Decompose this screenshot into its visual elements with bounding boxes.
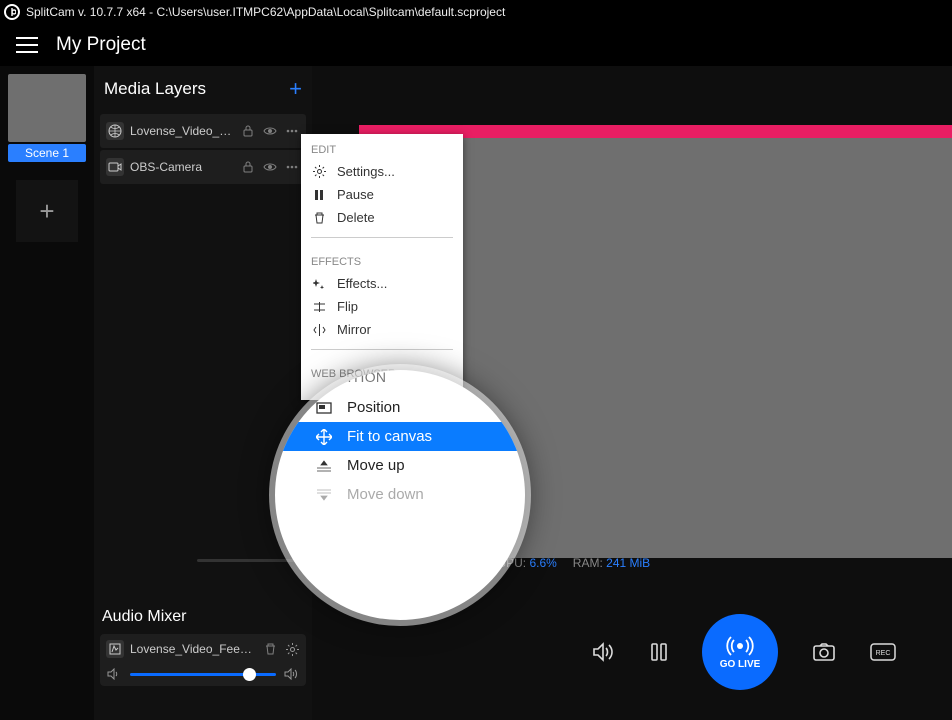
scene-label[interactable]: Scene 1 — [8, 144, 86, 162]
bottom-controls: GO LIVE REC — [312, 614, 952, 690]
audio-title: Audio Mixer — [100, 602, 306, 634]
ctx-move-up[interactable]: Move up — [297, 451, 497, 480]
layer-name: Lovense_Video_Feed... — [130, 124, 234, 138]
menu-icon[interactable] — [16, 37, 38, 53]
divider — [311, 237, 453, 238]
audio-track: Lovense_Video_Feedba... — [100, 634, 306, 686]
record-icon[interactable]: REC — [870, 643, 896, 661]
ctx-delete[interactable]: Delete — [301, 206, 463, 229]
layer-row[interactable]: Lovense_Video_Feed... — [100, 114, 306, 148]
gear-icon[interactable] — [284, 643, 300, 656]
ctx-move-down: Move down — [297, 480, 497, 509]
titlebar-text: SplitCam v. 10.7.7 x64 - C:\Users\user.I… — [26, 5, 505, 19]
slider-thumb[interactable] — [243, 668, 256, 681]
layers-title: Media Layers — [104, 79, 206, 99]
move-down-icon — [315, 489, 333, 501]
ctx-section-edit: EDIT — [301, 134, 463, 160]
plus-icon: + — [39, 196, 54, 227]
project-title: My Project — [56, 34, 146, 56]
eye-icon[interactable] — [262, 162, 278, 172]
ctx-section-position: POSITION — [297, 370, 497, 393]
audio-track-name: Lovense_Video_Feedba... — [130, 642, 256, 656]
snapshot-icon[interactable] — [812, 642, 836, 662]
ctx-mirror[interactable]: Mirror — [301, 318, 463, 341]
camera-icon — [106, 158, 124, 176]
header: My Project — [0, 24, 952, 66]
volume-high-icon[interactable] — [284, 668, 300, 680]
layer-row[interactable]: OBS-Camera — [100, 150, 306, 184]
titlebar: SplitCam v. 10.7.7 x64 - C:\Users\user.I… — [0, 0, 952, 24]
volume-low-icon[interactable] — [106, 668, 122, 680]
ctx-fit-to-canvas[interactable]: Fit to canvas — [277, 422, 525, 451]
go-live-label: GO LIVE — [720, 659, 761, 670]
ctx-position[interactable]: Position — [297, 393, 497, 422]
layer-name: OBS-Camera — [130, 160, 234, 174]
ctx-effects[interactable]: Effects... — [301, 272, 463, 295]
ctx-settings[interactable]: Settings... — [301, 160, 463, 183]
flip-icon — [311, 302, 327, 312]
speaker-icon[interactable] — [592, 642, 616, 662]
ctx-section-effects: EFFECTS — [301, 246, 463, 272]
position-icon — [315, 402, 333, 414]
lock-icon[interactable] — [240, 161, 256, 173]
scrollbar[interactable] — [197, 559, 305, 562]
trash-icon — [311, 212, 327, 224]
globe-icon — [106, 122, 124, 140]
trash-icon[interactable] — [262, 643, 278, 655]
more-icon[interactable] — [284, 165, 300, 169]
sparkle-icon — [311, 278, 327, 290]
more-icon[interactable] — [284, 129, 300, 133]
audio-mixer: Audio Mixer Lovense_Video_Feedba... — [94, 602, 312, 720]
eye-icon[interactable] — [262, 126, 278, 136]
fit-icon — [315, 429, 333, 445]
pause-icon — [311, 189, 327, 201]
ctx-flip[interactable]: Flip — [301, 295, 463, 318]
gear-icon — [311, 165, 327, 178]
volume-slider[interactable] — [130, 673, 276, 676]
lock-icon[interactable] — [240, 125, 256, 137]
divider — [311, 349, 453, 350]
move-up-icon — [315, 460, 333, 472]
layers-panel: Media Layers + Lovense_Video_Feed... OBS… — [94, 66, 312, 720]
audio-source-icon — [106, 640, 124, 658]
go-live-button[interactable]: GO LIVE — [702, 614, 778, 690]
context-menu: EDIT Settings... Pause Delete EFFECTS Ef… — [301, 134, 463, 400]
svg-text:REC: REC — [876, 650, 891, 657]
app-logo-icon — [4, 4, 20, 20]
magnifier-lens: POSITION Position Fit to canvas Move up … — [275, 370, 525, 620]
ctx-pause[interactable]: Pause — [301, 183, 463, 206]
scene-thumbnail[interactable] — [8, 74, 86, 142]
scenes-panel: Scene 1 + — [0, 66, 94, 720]
mirror-icon — [311, 324, 327, 336]
add-scene-button[interactable]: + — [16, 180, 78, 242]
pause-icon[interactable] — [650, 642, 668, 662]
broadcast-icon — [726, 635, 754, 657]
add-layer-button[interactable]: + — [289, 76, 302, 102]
